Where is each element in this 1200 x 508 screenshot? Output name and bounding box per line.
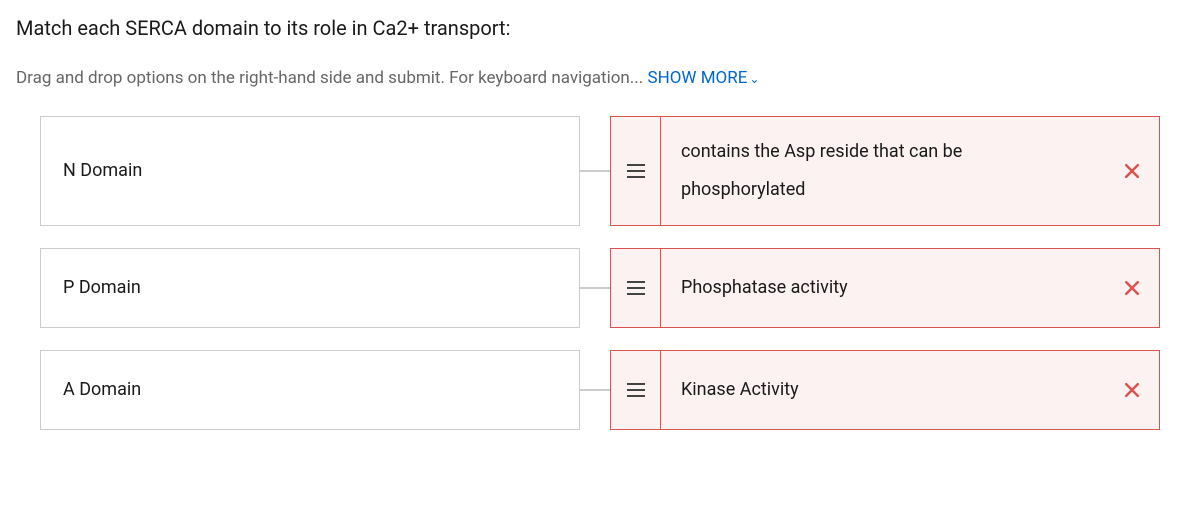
answer-box[interactable]: Kinase Activity bbox=[610, 350, 1160, 430]
status-icon-wrap bbox=[1105, 249, 1159, 327]
question-title: Match each SERCA domain to its role in C… bbox=[16, 16, 1184, 40]
drag-handle-icon bbox=[627, 383, 645, 397]
match-row: A Domain Kinase Activity bbox=[40, 350, 1160, 430]
show-more-link[interactable]: SHOW MORE⌄ bbox=[647, 68, 759, 88]
answer-box[interactable]: Phosphatase activity bbox=[610, 248, 1160, 328]
prompt-box: A Domain bbox=[40, 350, 580, 430]
show-more-label: SHOW MORE bbox=[647, 68, 747, 88]
incorrect-icon bbox=[1122, 380, 1142, 400]
match-row: N Domain contains the Asp reside that ca… bbox=[40, 116, 1160, 226]
prompt-box: P Domain bbox=[40, 248, 580, 328]
instructions-text: Drag and drop options on the right-hand … bbox=[16, 68, 647, 88]
incorrect-icon bbox=[1122, 278, 1142, 298]
connector-line bbox=[580, 350, 610, 430]
status-icon-wrap bbox=[1105, 117, 1159, 225]
drag-handle-icon bbox=[627, 281, 645, 295]
status-icon-wrap bbox=[1105, 351, 1159, 429]
answer-box[interactable]: contains the Asp reside that can be phos… bbox=[610, 116, 1160, 226]
answer-text: Kinase Activity bbox=[661, 351, 1105, 429]
incorrect-icon bbox=[1122, 161, 1142, 181]
drag-handle[interactable] bbox=[611, 117, 661, 225]
drag-handle[interactable] bbox=[611, 351, 661, 429]
answer-text: Phosphatase activity bbox=[661, 249, 1105, 327]
chevron-down-icon: ⌄ bbox=[749, 72, 759, 86]
prompt-text: P Domain bbox=[63, 277, 141, 298]
prompt-text: N Domain bbox=[63, 160, 142, 181]
prompt-box: N Domain bbox=[40, 116, 580, 226]
answer-text: contains the Asp reside that can be phos… bbox=[661, 117, 1105, 225]
connector-line bbox=[580, 116, 610, 226]
match-area: N Domain contains the Asp reside that ca… bbox=[16, 116, 1184, 430]
connector-line bbox=[580, 248, 610, 328]
drag-handle-icon bbox=[627, 164, 645, 178]
match-row: P Domain Phosphatase activity bbox=[40, 248, 1160, 328]
prompt-text: A Domain bbox=[63, 379, 141, 400]
drag-handle[interactable] bbox=[611, 249, 661, 327]
instructions: Drag and drop options on the right-hand … bbox=[16, 68, 1184, 88]
